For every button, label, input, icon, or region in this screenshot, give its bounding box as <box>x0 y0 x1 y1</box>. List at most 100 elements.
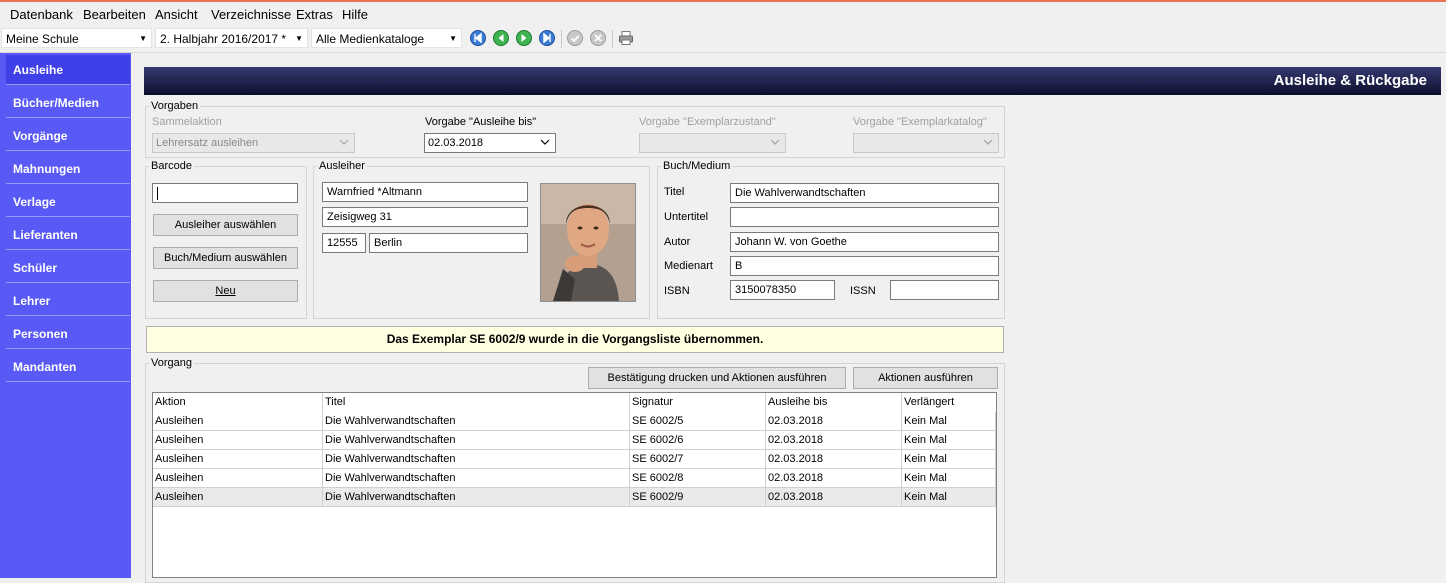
term-select[interactable]: 2. Halbjahr 2016/2017 * ▼ <box>155 28 308 48</box>
issn-field[interactable] <box>890 280 999 300</box>
barcode-input[interactable] <box>152 183 298 203</box>
cell-aktion: Ausleihen <box>153 469 323 488</box>
medium-type-label: Medienart <box>664 260 713 272</box>
menu-label: Hilfe <box>342 7 369 22</box>
sidebar-item-label: Bücher/Medien <box>13 96 100 110</box>
new-button[interactable]: Neu <box>153 280 298 302</box>
next-record-icon[interactable] <box>516 30 532 46</box>
exemplarzustand-label: Vorgabe "Exemplarzustand" <box>639 116 776 128</box>
select-medium-button[interactable]: Buch/Medium auswählen <box>153 247 298 269</box>
borrower-zip-field[interactable]: 12555 <box>322 233 366 253</box>
borrower-street-field[interactable]: Zeisigweg 31 <box>322 207 528 227</box>
school-select[interactable]: Meine Schule ▼ <box>1 28 152 48</box>
sidebar-item-label: Schüler <box>13 261 58 275</box>
exemplarkatalog-label: Vorgabe "Exemplarkatalog" <box>853 116 987 128</box>
cell-titel: Die Wahlverwandtschaften <box>323 450 630 469</box>
cancel-icon[interactable] <box>590 30 606 46</box>
table-row[interactable]: Ausleihen Die Wahlverwandtschaften SE 6002… <box>153 469 996 488</box>
sidebar-item-label: Mahnungen <box>13 162 81 176</box>
column-header-verlaengert[interactable]: Verlängert <box>902 393 996 412</box>
cell-signatur: SE 6002/9 <box>630 488 766 507</box>
column-header-aktion[interactable]: Aktion <box>153 393 323 412</box>
chevron-down-icon <box>983 139 993 145</box>
school-select-value: Meine Schule <box>6 32 79 46</box>
cell-verlaengert: Kein Mal <box>902 469 996 488</box>
table-row[interactable]: Ausleihen Die Wahlverwandtschaften SE 6002… <box>153 450 996 469</box>
catalog-select[interactable]: Alle Medienkataloge ▼ <box>311 28 462 48</box>
column-header-ausleihe-bis[interactable]: Ausleihe bis <box>766 393 902 412</box>
sidebar-item-lieferanten[interactable]: Lieferanten <box>6 220 130 250</box>
borrower-city-field[interactable]: Berlin <box>369 233 528 253</box>
cell-verlaengert: Kein Mal <box>902 412 996 431</box>
cell-titel: Die Wahlverwandtschaften <box>323 431 630 450</box>
cell-ausleihe-bis: 02.03.2018 <box>766 469 902 488</box>
print-confirmation-button[interactable]: Bestätigung drucken und Aktionen ausführ… <box>588 367 846 389</box>
confirm-icon[interactable] <box>567 30 583 46</box>
cell-titel: Die Wahlverwandtschaften <box>323 488 630 507</box>
first-record-icon[interactable] <box>470 30 486 46</box>
borrower-city: Berlin <box>374 237 403 249</box>
sidebar-item-label: Verlage <box>13 195 56 209</box>
cell-signatur: SE 6002/6 <box>630 431 766 450</box>
menu-hilfe[interactable]: Hilfe <box>342 7 368 22</box>
menu-verzeichnisse[interactable]: Verzeichnisse <box>211 7 291 22</box>
sidebar-item-vorgaenge[interactable]: Vorgänge <box>6 121 130 151</box>
column-header-signatur[interactable]: Signatur <box>630 393 766 412</box>
sidebar-item-lehrer[interactable]: Lehrer <box>6 286 130 316</box>
medium-type: B <box>735 260 743 272</box>
cell-verlaengert: Kein Mal <box>902 488 996 507</box>
ausleihe-bis-value: 02.03.2018 <box>428 137 484 149</box>
medium-title: Die Wahlverwandtschaften <box>735 187 866 199</box>
ausleihe-bis-date-picker[interactable]: 02.03.2018 <box>424 133 556 153</box>
sidebar-item-label: Mandanten <box>13 360 77 374</box>
table-row[interactable]: Ausleihen Die Wahlverwandtschaften SE 6002… <box>153 488 996 507</box>
sidebar-item-mahnungen[interactable]: Mahnungen <box>6 154 130 184</box>
medium-author-field[interactable]: Johann W. von Goethe <box>730 232 999 252</box>
sidebar-item-schueler[interactable]: Schüler <box>6 253 130 283</box>
cell-titel: Die Wahlverwandtschaften <box>323 412 630 431</box>
medium-subtitle-field[interactable] <box>730 207 999 227</box>
table-row[interactable]: Ausleihen Die Wahlverwandtschaften SE 6002… <box>153 431 996 450</box>
select-borrower-button[interactable]: Ausleiher auswählen <box>153 214 298 236</box>
menu-label: Bearbeiten <box>83 7 146 22</box>
sidebar-item-personen[interactable]: Personen <box>6 319 130 349</box>
cell-verlaengert: Kein Mal <box>902 450 996 469</box>
medium-group-label: Buch/Medium <box>661 160 733 172</box>
cell-signatur: SE 6002/7 <box>630 450 766 469</box>
exemplarzustand-select[interactable] <box>639 133 786 153</box>
menu-ansicht[interactable]: Ansicht <box>155 7 198 22</box>
sidebar-item-verlage[interactable]: Verlage <box>6 187 130 217</box>
sidebar-item-mandanten[interactable]: Mandanten <box>6 352 130 382</box>
medium-type-field[interactable]: B <box>730 256 999 276</box>
menu-extras[interactable]: Extras <box>296 7 333 22</box>
menu-label: Extras <box>296 7 333 22</box>
column-header-titel[interactable]: Titel <box>323 393 630 412</box>
select-medium-label: Buch/Medium auswählen <box>164 252 287 264</box>
chevron-down-icon <box>540 139 550 145</box>
menu-bearbeiten[interactable]: Bearbeiten <box>83 7 146 22</box>
cell-ausleihe-bis: 02.03.2018 <box>766 450 902 469</box>
print-icon[interactable] <box>618 30 634 46</box>
sammelaktion-label: Sammelaktion <box>152 116 222 128</box>
borrower-name-field[interactable]: Warnfried *Altmann <box>322 182 528 202</box>
exemplarkatalog-select[interactable] <box>853 133 999 153</box>
sidebar-item-buecher-medien[interactable]: Bücher/Medien <box>6 88 130 118</box>
last-record-icon[interactable] <box>539 30 555 46</box>
sidebar-item-label: Lehrer <box>13 294 51 308</box>
dropdown-arrow-icon: ▼ <box>139 34 147 43</box>
menu-datenbank[interactable]: Datenbank <box>10 7 73 22</box>
toolbar: Meine Schule ▼ 2. Halbjahr 2016/2017 * ▼… <box>0 26 1446 53</box>
sidebar-item-ausleihe[interactable]: Ausleihe <box>6 55 130 85</box>
execute-actions-button[interactable]: Aktionen ausführen <box>853 367 998 389</box>
medium-title-label: Titel <box>664 186 685 198</box>
sidebar-item-label: Ausleihe <box>13 63 64 77</box>
term-select-value: 2. Halbjahr 2016/2017 * <box>160 32 287 46</box>
borrower-photo <box>540 183 636 302</box>
sammelaktion-select[interactable]: Lehrersatz ausleihen <box>152 133 355 153</box>
print-confirmation-label: Bestätigung drucken und Aktionen ausführ… <box>607 372 827 384</box>
previous-record-icon[interactable] <box>493 30 509 46</box>
isbn-field[interactable]: 3150078350 <box>730 280 835 300</box>
medium-title-field[interactable]: Die Wahlverwandtschaften <box>730 183 999 203</box>
cell-aktion: Ausleihen <box>153 431 323 450</box>
table-row[interactable]: Ausleihen Die Wahlverwandtschaften SE 6002… <box>153 412 996 431</box>
